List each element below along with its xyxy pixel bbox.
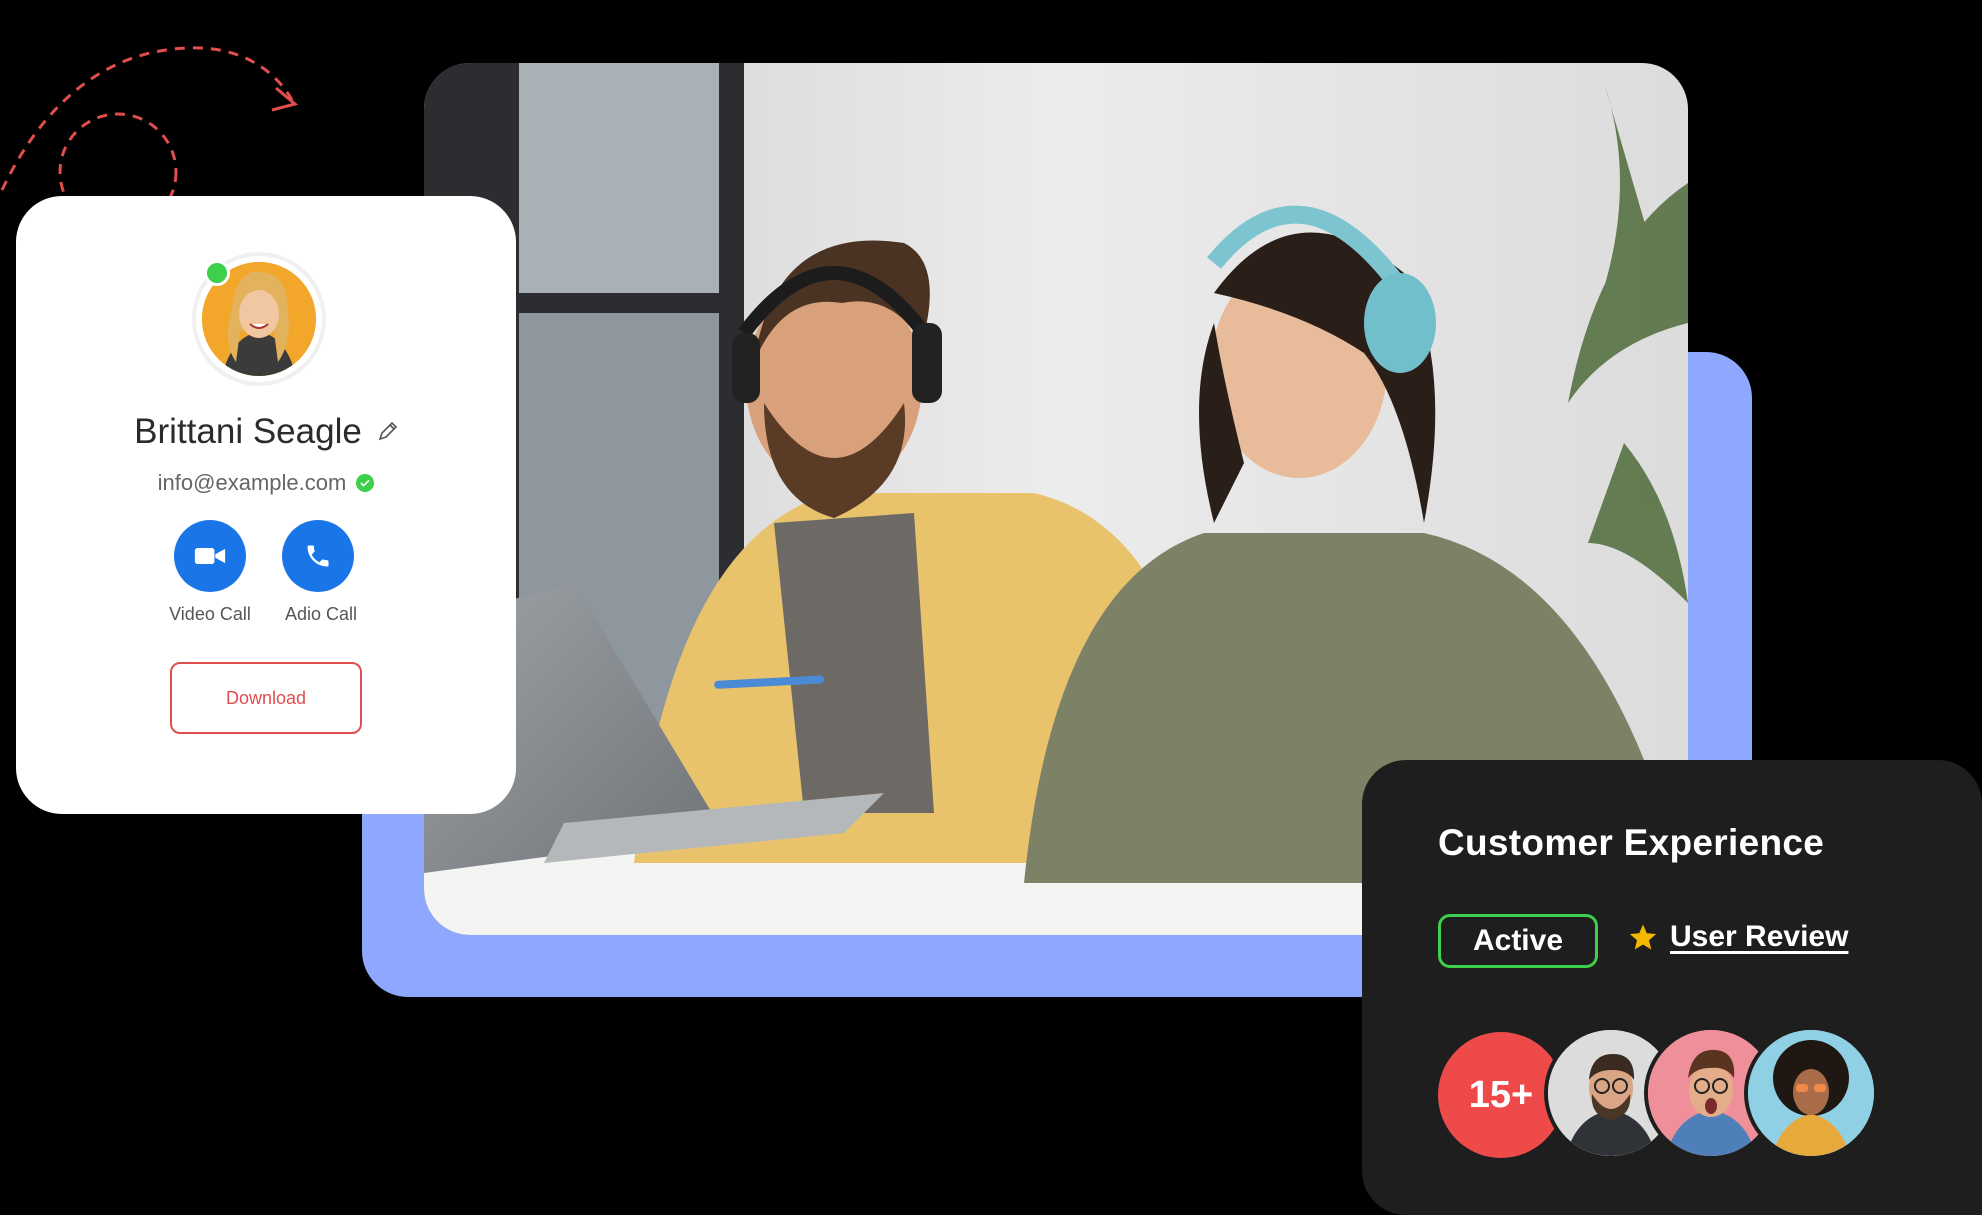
pencil-icon[interactable] (376, 421, 398, 443)
profile-avatar-ring (196, 256, 322, 382)
card-title: Customer Experience (1438, 822, 1825, 863)
video-call-button[interactable] (174, 520, 246, 592)
customer-experience-card: Customer Experience Active User Review 1… (1362, 760, 1982, 1215)
audio-call-button[interactable] (282, 520, 354, 592)
online-status-dot (204, 260, 230, 286)
profile-name: Brittani Seagle (134, 412, 362, 451)
video-call-label: Video Call (169, 604, 251, 624)
phone-icon (307, 545, 329, 567)
avatar[interactable] (1744, 1026, 1878, 1160)
user-review-label: User Review (1670, 920, 1849, 953)
status-badge: Active (1438, 914, 1598, 968)
audio-call-label: Adio Call (284, 604, 358, 624)
user-review-link[interactable]: User Review (1628, 920, 1848, 954)
profile-card: Brittani Seagle info@example.com Video C… (16, 196, 516, 814)
video-camera-icon (194, 548, 226, 564)
download-button[interactable]: Download (170, 662, 362, 734)
profile-email: info@example.com (157, 470, 347, 495)
email-row: info@example.com (16, 470, 516, 496)
star-icon (1629, 924, 1657, 950)
verified-check-icon (356, 474, 375, 492)
